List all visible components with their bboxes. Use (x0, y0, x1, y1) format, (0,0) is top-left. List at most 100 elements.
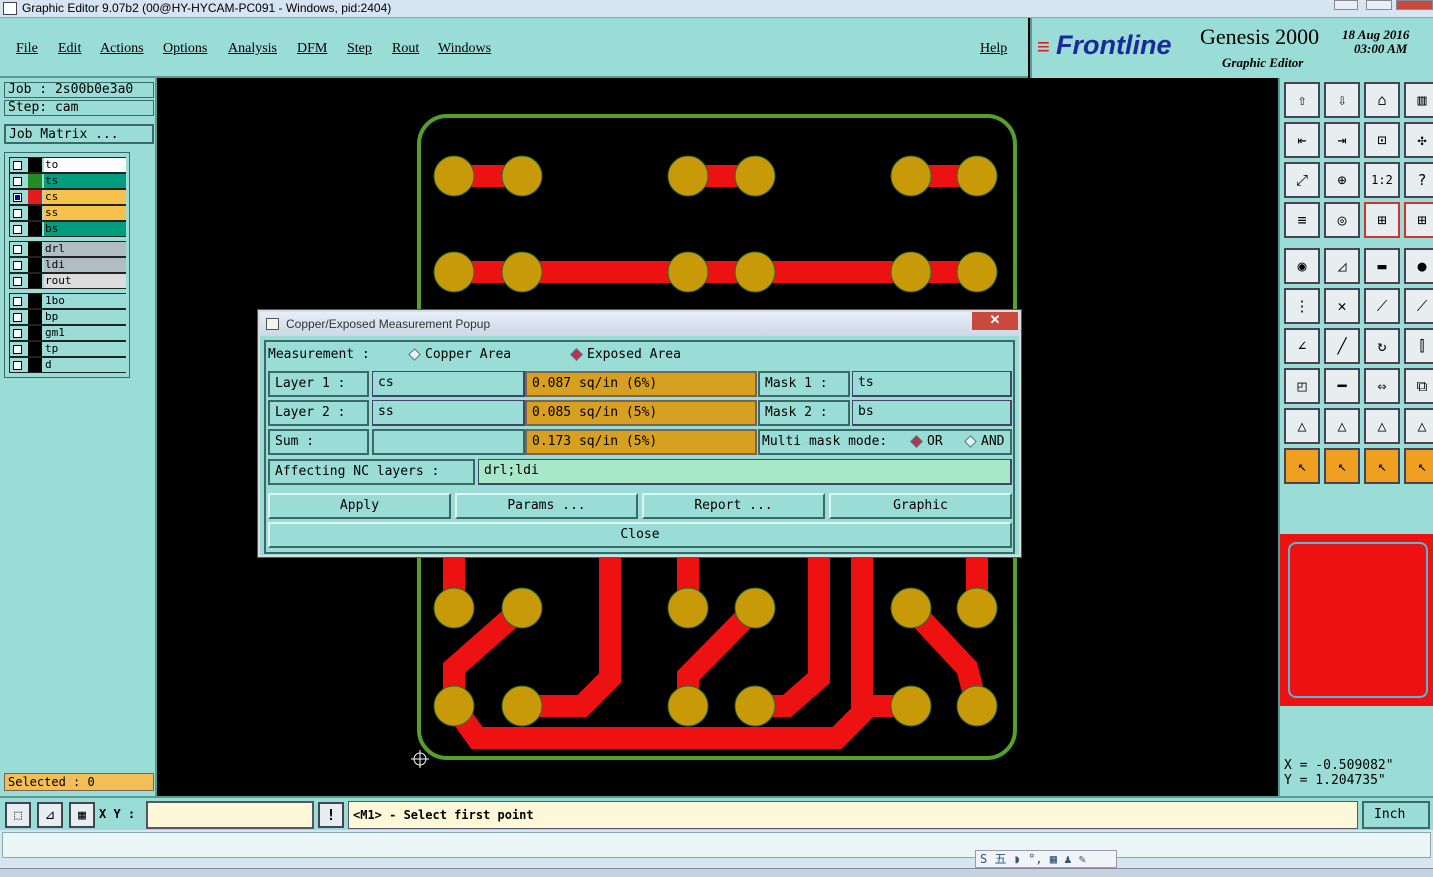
layer-row-tp[interactable]: tp (9, 341, 126, 357)
mask1-input[interactable]: ts (852, 371, 1012, 397)
center-icon[interactable]: ⊕ (1324, 162, 1360, 198)
layer-checkbox[interactable] (13, 345, 22, 354)
fit-icon[interactable]: ⊡ (1364, 122, 1400, 158)
menu-file[interactable]: File (16, 41, 38, 57)
layer-row-drl[interactable]: drl (9, 241, 126, 257)
layer-checkbox[interactable] (13, 161, 22, 170)
exposed-area-radio[interactable]: Exposed Area (570, 347, 681, 362)
layer-row-ss[interactable]: ss (9, 205, 126, 221)
line2-icon[interactable]: ⟋ (1404, 288, 1433, 324)
layer-row-rout[interactable]: rout (9, 273, 126, 289)
ime-toolbar[interactable]: S 五 ◗ °, ▦ ♟ ✎ (975, 850, 1117, 868)
cursor4-icon[interactable]: ↖ (1404, 448, 1433, 484)
slope-icon[interactable]: ∠ (1284, 328, 1320, 364)
report-button[interactable]: Report ... (642, 493, 825, 519)
layer-row-to[interactable]: to (9, 157, 126, 173)
film-icon[interactable]: ▬ (1364, 248, 1400, 284)
mask2-input[interactable]: bs (852, 400, 1012, 426)
layer-row-ldi[interactable]: ldi (9, 257, 126, 273)
close-window-button[interactable] (1396, 0, 1433, 10)
layer-row-d[interactable]: d (9, 357, 126, 373)
alert-icon[interactable]: ! (318, 802, 344, 828)
layer-row-ts[interactable]: ts (9, 173, 126, 189)
menu-step[interactable]: Step (347, 41, 372, 57)
close-button[interactable]: Close (268, 522, 1012, 548)
layer-row-cs[interactable]: cs (9, 189, 126, 205)
layer-checkbox[interactable] (13, 277, 22, 286)
layer-checkbox[interactable] (13, 297, 22, 306)
layer-checkbox[interactable] (13, 225, 22, 234)
layer-checkbox[interactable] (13, 329, 22, 338)
menu-help[interactable]: Help (980, 41, 1007, 57)
layer-checkbox[interactable] (13, 261, 22, 270)
cursor-icon[interactable]: ↖ (1284, 448, 1320, 484)
home-icon[interactable]: ⌂ (1364, 82, 1400, 118)
dim-icon[interactable]: ⇔ (1364, 368, 1400, 404)
popup-close-x-button[interactable]: ✕ (972, 312, 1018, 330)
dash-icon[interactable]: ━ (1324, 368, 1360, 404)
grid-icon[interactable]: ▦ (69, 802, 95, 828)
or-radio[interactable]: OR (910, 431, 943, 453)
line3-icon[interactable]: ╱ (1324, 328, 1360, 364)
line-icon[interactable]: ⟋ (1364, 288, 1400, 324)
ruler-icon[interactable]: ◎ (1324, 202, 1360, 238)
dot-icon[interactable]: ● (1404, 248, 1433, 284)
layer-checkbox[interactable] (13, 313, 22, 322)
layer-row-bs[interactable]: bs (9, 221, 126, 237)
node-icon[interactable]: ⋮ (1284, 288, 1320, 324)
tri3-icon[interactable]: △ (1364, 408, 1400, 444)
menu-actions[interactable]: Actions (100, 41, 144, 57)
layer2-input[interactable]: ss (372, 400, 525, 426)
job-matrix-button[interactable]: Job Matrix ... (4, 124, 154, 144)
cursor2-icon[interactable]: ↖ (1324, 448, 1360, 484)
measure-icon[interactable]: ≡ (1284, 202, 1320, 238)
layer-checkbox[interactable] (13, 361, 22, 370)
zoom-out-icon[interactable]: ⇤ (1284, 122, 1320, 158)
pad-icon[interactable]: ◉ (1284, 248, 1320, 284)
layer-row-bp[interactable]: bp (9, 309, 126, 325)
layer-checkbox[interactable] (13, 209, 22, 218)
zoom-box-icon[interactable]: ⬚ (5, 802, 31, 828)
and-radio[interactable]: AND (964, 431, 1004, 453)
params-button[interactable]: Params ... (455, 493, 638, 519)
snap-grid-icon[interactable]: ⊿ (37, 802, 63, 828)
rotate-icon[interactable]: ↻ (1364, 328, 1400, 364)
mirror-icon[interactable]: ⫿ (1404, 328, 1433, 364)
snap-icon[interactable]: ⊞ (1364, 202, 1400, 238)
snap2-icon[interactable]: ⊞ (1404, 202, 1433, 238)
copper-area-radio[interactable]: Copper Area (408, 347, 511, 362)
xy-input[interactable] (146, 801, 314, 829)
group-icon[interactable]: ⧉ (1404, 368, 1433, 404)
graphic-button[interactable]: Graphic (829, 493, 1012, 519)
scale-icon[interactable]: 1:2 (1364, 162, 1400, 198)
tri-icon[interactable]: △ (1284, 408, 1320, 444)
cursor3-icon[interactable]: ↖ (1364, 448, 1400, 484)
nc-layers-button[interactable]: Affecting NC layers : (268, 459, 475, 485)
cross-icon[interactable]: ✕ (1324, 288, 1360, 324)
zoom-in-icon[interactable]: ⇥ (1324, 122, 1360, 158)
square-icon[interactable]: ◰ (1284, 368, 1320, 404)
maximize-button[interactable] (1366, 0, 1392, 10)
menu-windows[interactable]: Windows (438, 41, 491, 57)
menu-dfm[interactable]: DFM (297, 41, 327, 57)
menu-options[interactable]: Options (163, 41, 207, 57)
window-icon[interactable]: ▥ (1404, 82, 1433, 118)
menu-edit[interactable]: Edit (58, 41, 81, 57)
zoom-fit-icon[interactable]: ⤢ (1284, 162, 1320, 198)
pan-icon[interactable]: ✣ (1404, 122, 1433, 158)
layer-checkbox[interactable] (13, 177, 22, 186)
menu-rout[interactable]: Rout (392, 41, 419, 57)
help-icon[interactable]: ? (1404, 162, 1433, 198)
layer-row-gm1[interactable]: gm1 (9, 325, 126, 341)
tri4-icon[interactable]: △ (1404, 408, 1433, 444)
save-icon[interactable]: ⇩ (1324, 82, 1360, 118)
nc-layers-input[interactable]: drl;ldi (478, 459, 1012, 485)
minimize-button[interactable] (1334, 0, 1358, 10)
apply-button[interactable]: Apply (268, 493, 451, 519)
tri2-icon[interactable]: △ (1324, 408, 1360, 444)
layer1-input[interactable]: cs (372, 371, 525, 397)
load-icon[interactable]: ⇧ (1284, 82, 1320, 118)
menu-analysis[interactable]: Analysis (228, 41, 277, 57)
units-selector[interactable]: Inch (1362, 801, 1430, 829)
layer-checkbox[interactable] (13, 245, 22, 254)
